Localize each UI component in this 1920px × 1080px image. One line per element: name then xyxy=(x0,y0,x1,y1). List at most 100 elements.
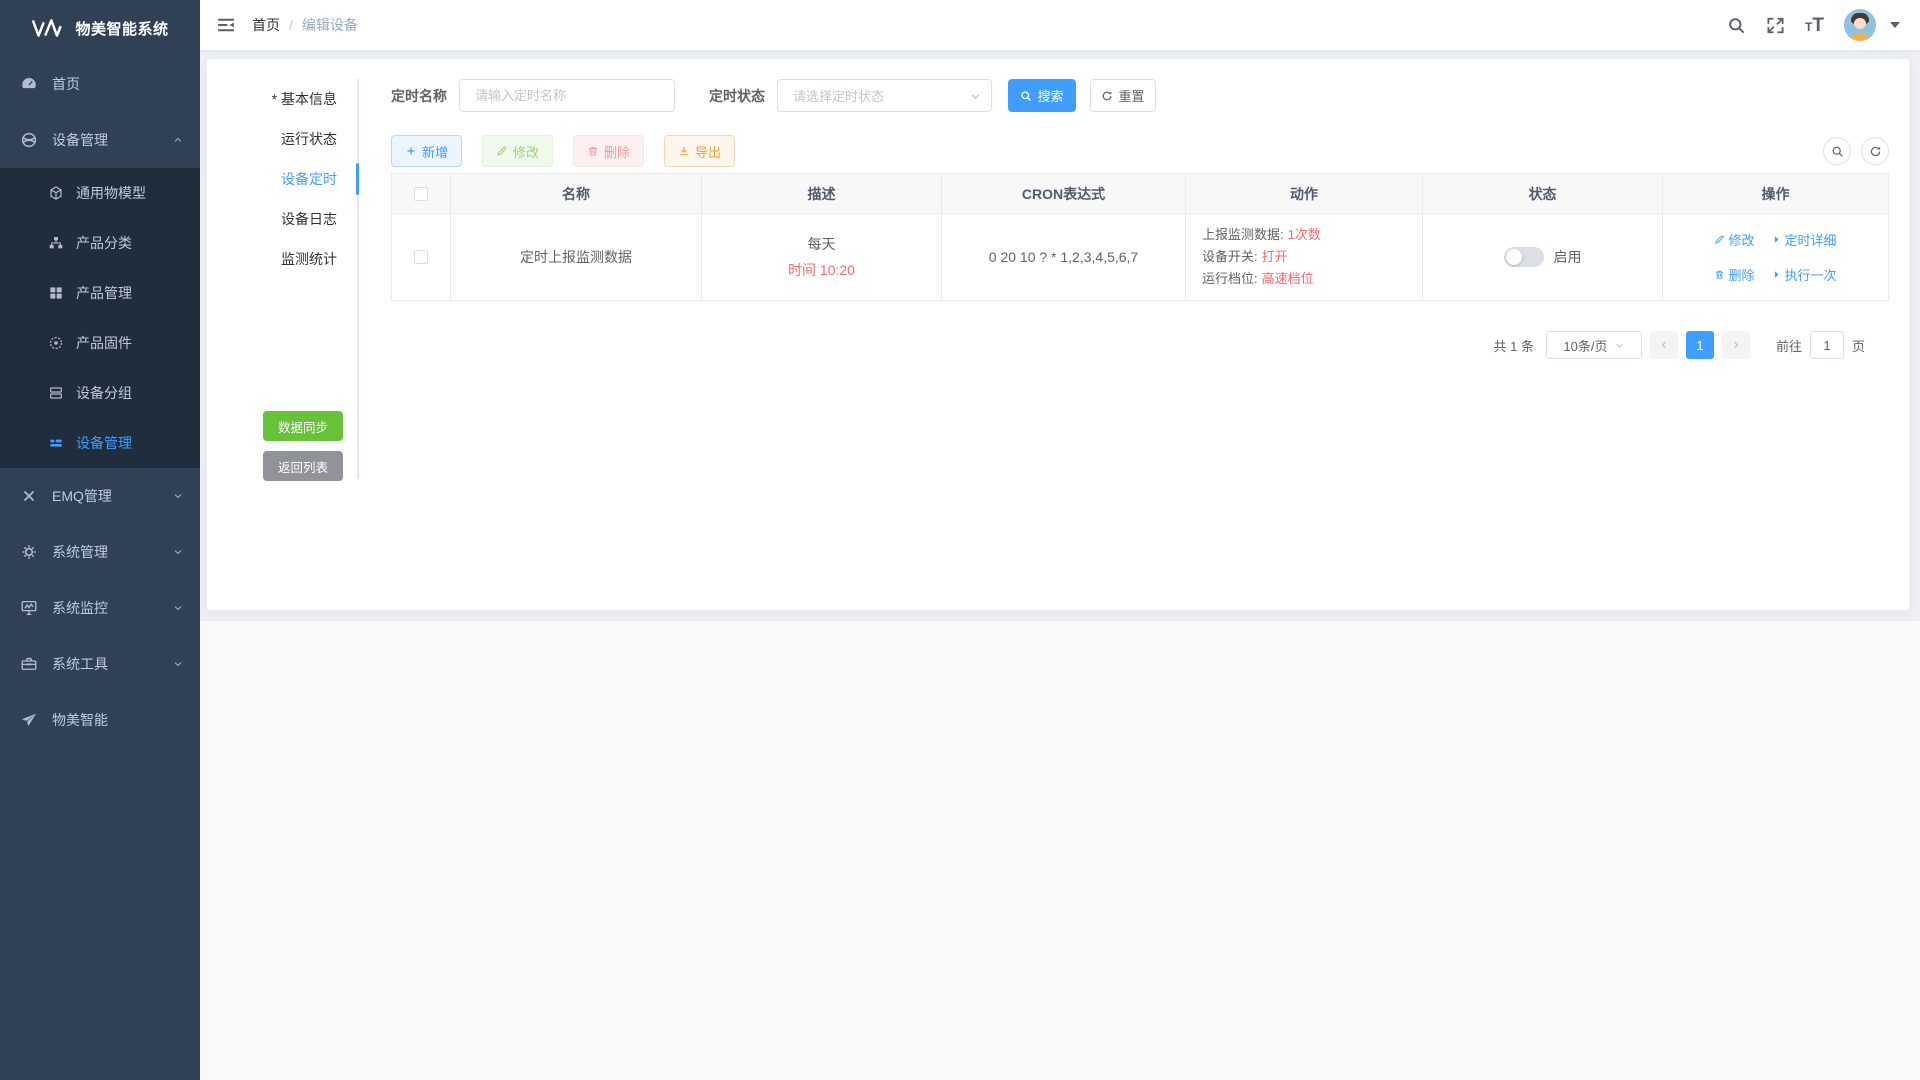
prev-page-button[interactable] xyxy=(1650,331,1678,359)
breadcrumb-separator: / xyxy=(289,17,293,33)
filter-row: 定时名称 定时状态 请选择定时状态 搜索 xyxy=(391,79,1889,112)
download-icon xyxy=(678,145,690,157)
goto-page-input[interactable] xyxy=(1810,331,1844,359)
edit-device-card: * 基本信息 运行状态 设备定时 设备日志 监测统计 数据同步 返回列表 xyxy=(206,58,1910,611)
tab-device-timer[interactable]: 设备定时 xyxy=(227,159,357,199)
timer-status-select[interactable]: 请选择定时状态 xyxy=(777,79,992,112)
side-action-buttons: 数据同步 返回列表 xyxy=(227,411,357,481)
delete-button[interactable]: 删除 xyxy=(573,135,644,167)
row-edit-link[interactable]: 修改 xyxy=(1714,230,1754,249)
col-header-action: 动作 xyxy=(1186,174,1423,214)
sidebar-item-device-group[interactable]: 设备分组 xyxy=(0,368,200,418)
timer-name-input[interactable] xyxy=(459,79,675,112)
sidebar-item-device-mgmt[interactable]: 设备管理 xyxy=(0,112,200,168)
edit-button-label: 修改 xyxy=(513,142,539,161)
export-button[interactable]: 导出 xyxy=(664,135,735,167)
action-value: 打开 xyxy=(1262,249,1288,264)
caret-right-icon xyxy=(1771,234,1782,245)
sidebar-fold-icon[interactable] xyxy=(216,15,236,35)
data-sync-button[interactable]: 数据同步 xyxy=(263,411,343,441)
col-header-status: 状态 xyxy=(1423,174,1663,214)
sidebar-item-sys-tools[interactable]: 系统工具 xyxy=(0,636,200,692)
content-top: * 基本信息 运行状态 设备定时 设备日志 监测统计 数据同步 返回列表 xyxy=(200,50,1920,621)
sidebar-item-home[interactable]: 首页 xyxy=(0,56,200,112)
breadcrumb-current: 编辑设备 xyxy=(302,15,358,35)
sidebar-item-product-category[interactable]: 产品分类 xyxy=(0,218,200,268)
tab-run-status[interactable]: 运行状态 xyxy=(227,119,357,159)
chevron-left-icon xyxy=(1658,339,1670,351)
search-button[interactable]: 搜索 xyxy=(1008,79,1076,112)
sidebar-item-label: 产品管理 xyxy=(76,283,184,303)
export-button-label: 导出 xyxy=(695,142,721,161)
emq-cross-icon xyxy=(20,487,38,505)
avatar[interactable] xyxy=(1844,9,1876,41)
show-search-toggle-button[interactable] xyxy=(1823,137,1851,165)
row-run-once-link[interactable]: 执行一次 xyxy=(1771,265,1837,284)
pencil-icon xyxy=(1714,234,1725,245)
search-button-label: 搜索 xyxy=(1037,86,1063,105)
tab-basic-info[interactable]: * 基本信息 xyxy=(227,79,357,119)
page-number-button[interactable]: 1 xyxy=(1686,331,1714,359)
sidebar-item-sys-mgmt[interactable]: 系统管理 xyxy=(0,524,200,580)
reset-button[interactable]: 重置 xyxy=(1090,79,1156,112)
sidebar-item-label: 产品分类 xyxy=(76,233,184,253)
plus-icon xyxy=(405,145,417,157)
caret-down-icon[interactable] xyxy=(1890,22,1900,28)
sidebar-item-device-mgmt-sub[interactable]: 设备管理 xyxy=(0,418,200,468)
font-size-icon[interactable]: TT xyxy=(1805,16,1824,35)
goto-label: 前往 xyxy=(1776,336,1802,355)
tab-device-log[interactable]: 设备日志 xyxy=(227,199,357,239)
search-icon[interactable] xyxy=(1727,16,1746,35)
select-all-checkbox[interactable] xyxy=(414,187,428,201)
topbar: 首页 / 编辑设备 TT xyxy=(200,0,1920,50)
back-to-list-button[interactable]: 返回列表 xyxy=(263,451,343,481)
chevron-down-icon xyxy=(172,546,184,558)
status-toggle[interactable] xyxy=(1504,247,1544,267)
group-stack-icon xyxy=(48,385,64,401)
bars-icon xyxy=(48,435,64,451)
sidebar-item-label: 系统监控 xyxy=(52,598,172,618)
col-header-cron: CRON表达式 xyxy=(942,174,1186,214)
timer-table: 名称 描述 CRON表达式 动作 状态 操作 xyxy=(391,173,1889,301)
edit-button[interactable]: 修改 xyxy=(482,135,553,167)
next-page-button[interactable] xyxy=(1722,331,1750,359)
table-header-row: 名称 描述 CRON表达式 动作 状态 操作 xyxy=(392,174,1889,214)
search-icon xyxy=(1020,90,1032,102)
cell-desc: 每天 时间 10:20 xyxy=(702,214,942,301)
breadcrumb-home[interactable]: 首页 xyxy=(252,15,280,35)
add-button[interactable]: 新增 xyxy=(391,135,462,167)
sidebar-item-label: 产品固件 xyxy=(76,333,184,353)
row-timer-detail-link[interactable]: 定时详细 xyxy=(1771,230,1837,249)
sidebar-item-label: 系统工具 xyxy=(52,654,172,674)
cell-name: 定时上报监测数据 xyxy=(451,214,702,301)
dashboard-icon xyxy=(20,75,38,93)
toolbar-row: 新增 修改 删除 导出 xyxy=(391,135,1889,167)
cell-status: 启用 xyxy=(1423,214,1663,301)
sidebar-item-sys-monitor[interactable]: 系统监控 xyxy=(0,580,200,636)
chevron-down-icon xyxy=(969,90,982,103)
refresh-table-button[interactable] xyxy=(1861,137,1889,165)
tab-monitor-stats[interactable]: 监测统计 xyxy=(227,239,357,279)
status-label: 启用 xyxy=(1554,247,1582,267)
refresh-icon xyxy=(1101,90,1113,102)
sidebar-item-label: 通用物模型 xyxy=(76,183,184,203)
add-button-label: 新增 xyxy=(422,142,448,161)
app-logo[interactable]: 物美智能系统 xyxy=(0,0,200,56)
sidebar-item-wumei-smart[interactable]: 物美智能 xyxy=(0,692,200,748)
row-checkbox[interactable] xyxy=(414,250,428,264)
pencil-icon xyxy=(496,145,508,157)
sidebar-item-general-model[interactable]: 通用物模型 xyxy=(0,168,200,218)
timer-status-placeholder: 请选择定时状态 xyxy=(793,86,884,105)
sidebar-item-emq-mgmt[interactable]: EMQ管理 xyxy=(0,468,200,524)
logo-mark-icon xyxy=(31,18,65,38)
sidebar-item-product-mgmt[interactable]: 产品管理 xyxy=(0,268,200,318)
refresh-icon xyxy=(1869,145,1882,158)
row-delete-link[interactable]: 删除 xyxy=(1714,265,1754,284)
page-size-select[interactable]: 10条/页 xyxy=(1546,331,1642,359)
sidebar-item-product-firmware[interactable]: 产品固件 xyxy=(0,318,200,368)
chevron-up-icon xyxy=(172,134,184,146)
chevron-down-icon xyxy=(1614,340,1625,351)
sitemap-icon xyxy=(48,235,64,251)
paper-plane-icon xyxy=(20,711,38,729)
fullscreen-icon[interactable] xyxy=(1766,16,1785,35)
